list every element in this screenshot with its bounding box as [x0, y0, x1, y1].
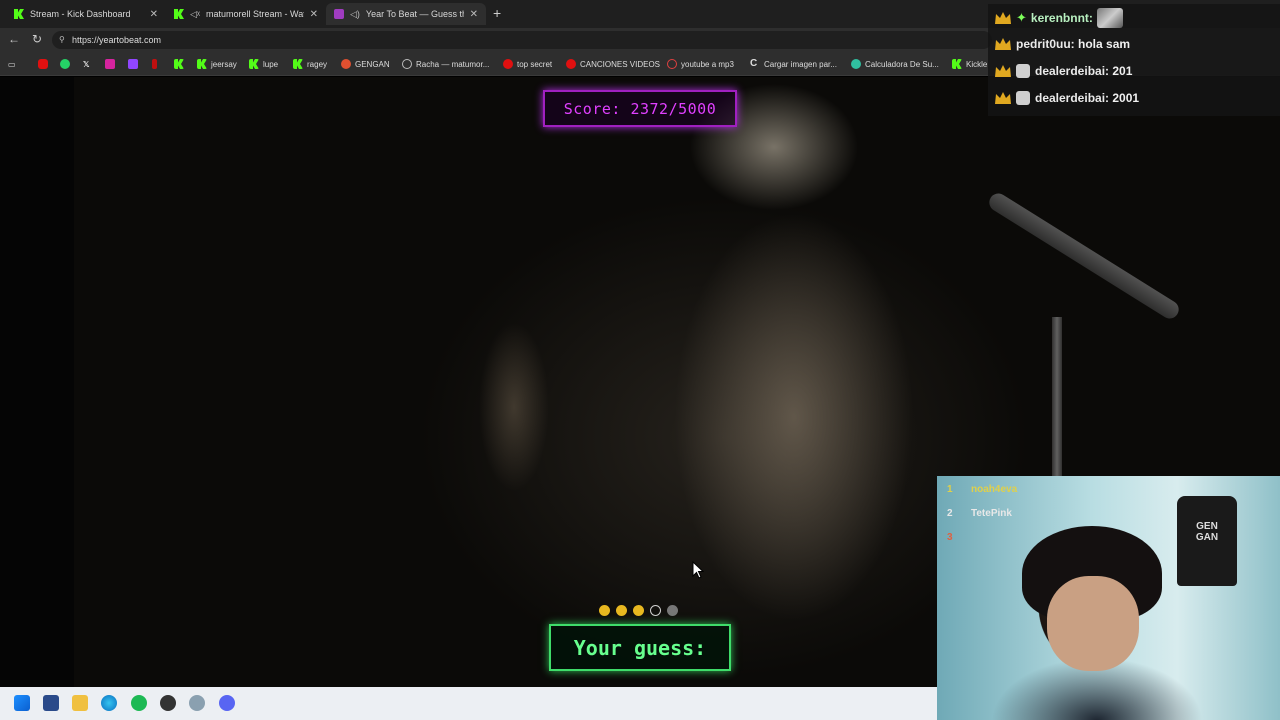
chat-username: pedrit0uu: [1016, 37, 1075, 51]
bookmark-calculadora[interactable]: Calculadora De Su... [851, 57, 939, 71]
tab-label: Year To Beat — Guess the Son [365, 9, 464, 19]
reload-icon[interactable]: ↻ [32, 32, 42, 46]
crown-icon [995, 12, 1011, 24]
discord-icon[interactable] [219, 695, 235, 711]
chat-text: hola sam [1078, 37, 1131, 51]
lock-icon: ⚲ [59, 35, 65, 44]
bookmark-gengan[interactable]: GENGAN [341, 57, 390, 71]
bookmark-instagram[interactable] [105, 57, 119, 71]
edge-icon[interactable] [101, 695, 117, 711]
crown-icon [995, 38, 1011, 50]
bookmark-canciones-videos[interactable]: CANCIONES VIDEOS [566, 57, 660, 71]
tab-year-to-beat[interactable]: ◁) Year To Beat — Guess the Son ✕ [326, 3, 486, 25]
close-tab-icon[interactable]: ✕ [150, 9, 158, 20]
app-icon[interactable] [189, 695, 205, 711]
file-explorer-icon[interactable] [72, 695, 88, 711]
streamer-face [1047, 576, 1139, 671]
bookmark-top-secret[interactable]: top secret [503, 57, 552, 71]
url-field[interactable]: ⚲ https://yeartobeat.com [52, 31, 992, 49]
chat-username: dealerdeibai: [1035, 64, 1110, 78]
close-tab-icon[interactable]: ✕ [310, 9, 318, 20]
chat-message: ✦ kerenbnnt: [994, 7, 1123, 29]
new-tab-button[interactable]: + [493, 5, 501, 21]
sparkle-icon: ✦ [1016, 10, 1027, 25]
kick-icon [14, 9, 24, 19]
chat-username: kerenbnnt: [1030, 11, 1093, 25]
subscriber-badge-icon [1016, 91, 1030, 105]
chat-text: 2001 [1112, 91, 1140, 105]
round-indicator [599, 605, 678, 616]
crown-icon [995, 92, 1011, 104]
back-icon[interactable]: ← [8, 32, 20, 46]
obs-icon[interactable] [160, 695, 176, 711]
round-dot-complete [599, 605, 610, 616]
windows-taskbar [0, 687, 937, 720]
close-tab-icon[interactable]: ✕ [470, 9, 478, 20]
tab-kick-dashboard[interactable]: Stream - Kick Dashboard ✕ [6, 3, 166, 25]
bookmark-ragey[interactable]: ragey [293, 57, 327, 71]
bookmark-youtube[interactable] [38, 57, 52, 71]
webcam-overlay: GEN GAN 1 noah4eva 2 TetePink 3 [937, 476, 1280, 720]
bookmark-cargar-imagen[interactable]: C Cargar imagen par... [750, 57, 837, 71]
task-view-icon[interactable] [43, 695, 59, 711]
chat-message: pedrit0uu: hola sam [994, 33, 1130, 55]
leaderboard-row: 1 noah4eva [947, 484, 1018, 495]
crown-icon [995, 65, 1011, 77]
round-dot-pending [667, 605, 678, 616]
bookmark-lupe[interactable]: lupe [249, 57, 278, 71]
chat-message: dealerdeibai: 2001 [994, 87, 1139, 109]
tab-label: matumorell Stream - Watch L [206, 9, 304, 19]
chat-message: dealerdeibai: 201 [994, 60, 1132, 82]
spotify-icon[interactable] [131, 695, 147, 711]
tab-search-icon[interactable]: ▭ [8, 57, 16, 71]
round-dot-current [650, 605, 661, 616]
bookmark-red[interactable] [152, 57, 161, 71]
stream-chat-overlay: ✦ kerenbnnt: pedrit0uu: hola sam dealerd… [988, 4, 1280, 116]
subscriber-badge-icon [1016, 64, 1030, 78]
round-dot-complete [633, 605, 644, 616]
speaker-icon[interactable]: ◁) [350, 9, 360, 20]
kick-icon [174, 9, 184, 19]
score-display: Score: 2372/5000 [543, 90, 737, 127]
chat-text: 201 [1112, 64, 1133, 78]
round-dot-complete [616, 605, 627, 616]
bookmark-kickle[interactable]: Kickle [952, 57, 987, 71]
bookmark-kick[interactable] [174, 57, 188, 71]
muted-speaker-icon[interactable]: ◁ᵡ [190, 9, 200, 20]
leaderboard-row: 3 [947, 532, 953, 543]
bookmark-whatsapp[interactable] [60, 57, 74, 71]
bookmark-racha[interactable]: Racha — matumor... [402, 57, 489, 71]
bookmark-youtube-mp3[interactable]: youtube a mp3 [667, 57, 734, 71]
shirt-text: GEN GAN [1195, 521, 1219, 543]
bookmark-x[interactable]: 𝕏 [83, 57, 89, 71]
tab-label: Stream - Kick Dashboard [30, 9, 131, 19]
chat-username: dealerdeibai: [1035, 91, 1110, 105]
url-text: https://yeartobeat.com [72, 35, 162, 45]
site-icon [334, 9, 344, 19]
tab-matumorell-stream[interactable]: ◁ᵡ matumorell Stream - Watch L ✕ [166, 3, 326, 25]
your-guess-button[interactable]: Your guess: [549, 624, 731, 671]
windows-start-icon[interactable] [14, 695, 30, 711]
microphone [985, 190, 1183, 322]
leaderboard-row: 2 TetePink [947, 508, 1012, 519]
bookmark-twitch[interactable] [128, 57, 142, 71]
bookmark-jeersay[interactable]: jeersay [197, 57, 237, 71]
emote-image [1096, 8, 1123, 28]
